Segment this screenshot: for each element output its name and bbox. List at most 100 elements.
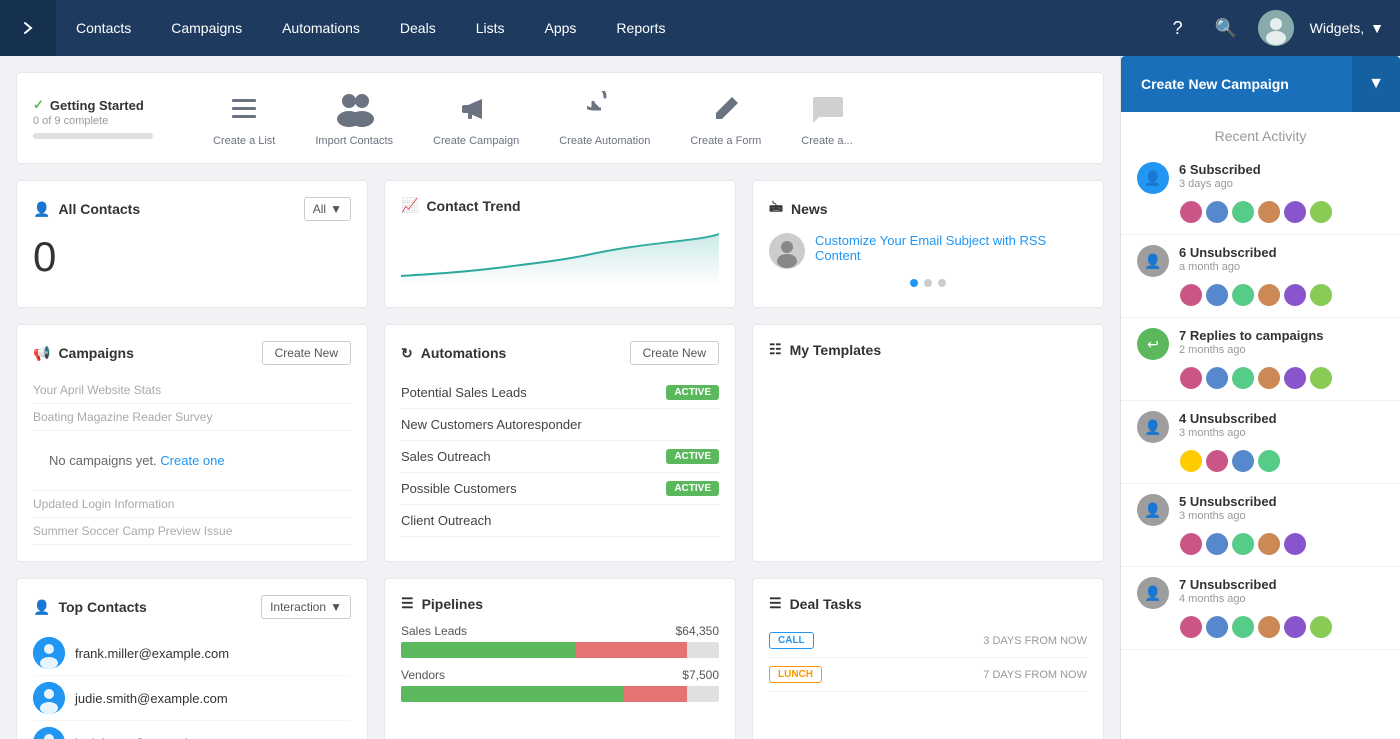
gs-item-import[interactable]: Import Contacts (315, 89, 393, 147)
row-1: 👤 All Contacts All ▼ 0 📈 Contact Trend (16, 180, 1104, 308)
gs-item-other[interactable]: Create a... (801, 89, 852, 147)
activity-text: 6 Unsubscribed (1179, 245, 1277, 260)
activity-text: 5 Unsubscribed (1179, 494, 1277, 509)
campaigns-header: 📢 Campaigns Create New (33, 341, 351, 365)
contact-avatar (33, 682, 65, 714)
deal-badge-call: CALL (769, 632, 814, 649)
pipeline-bar-green (401, 642, 576, 658)
top-contacts-title: 👤 Top Contacts (33, 599, 147, 616)
activity-info: 7 Replies to campaigns 2 months ago (1179, 328, 1324, 356)
activity-avatar (1309, 615, 1333, 639)
nav-contacts[interactable]: Contacts (56, 0, 151, 56)
activity-text: 6 Subscribed (1179, 162, 1261, 177)
news-title: 🖮 News (769, 197, 828, 221)
activity-info: 4 Unsubscribed 3 months ago (1179, 411, 1277, 439)
list-item: Potential Sales Leads ACTIVE (401, 377, 719, 409)
news-icon: 🖮 (769, 197, 783, 221)
activity-text: 4 Unsubscribed (1179, 411, 1277, 426)
activity-time: 3 days ago (1179, 178, 1261, 190)
nav-lists[interactable]: Lists (456, 0, 525, 56)
activity-avatars (1179, 532, 1384, 556)
nav-reports[interactable]: Reports (596, 0, 685, 56)
activity-avatar (1179, 532, 1203, 556)
activity-avatar (1231, 532, 1255, 556)
row-2: 📢 Campaigns Create New Your April Websit… (16, 324, 1104, 562)
list-item: Summer Soccer Camp Preview Issue (33, 518, 351, 545)
megaphone-icon (456, 89, 496, 129)
contacts-filter[interactable]: Interaction ▼ (261, 595, 351, 619)
no-campaigns-text: No campaigns yet. Create one (33, 437, 241, 484)
pipelines-header: ☰ Pipelines (401, 595, 719, 612)
gs-item-label-other: Create a... (801, 135, 852, 147)
gs-left: ✓ Getting Started 0 of 9 complete (33, 97, 173, 139)
create-one-link[interactable]: Create one (160, 453, 224, 468)
nav-toggle[interactable] (0, 0, 56, 56)
pipeline-bar (401, 642, 719, 658)
contact-trend-header: 📈 Contact Trend (401, 197, 719, 214)
activity-avatar (1257, 366, 1281, 390)
activity-text: 7 Replies to campaigns (1179, 328, 1324, 343)
pipeline-list: Sales Leads $64,350 Vendors $7,500 (401, 624, 719, 702)
news-dot-3 (938, 279, 946, 287)
pipeline-bar-red (576, 642, 687, 658)
gs-progress-text: 0 of 9 complete (33, 115, 173, 127)
list-item: New Customers Autoresponder (401, 409, 719, 441)
help-icon[interactable]: ? (1162, 12, 1194, 44)
gs-item-list[interactable]: Create a List (213, 89, 275, 147)
pipeline-bar-red (624, 686, 688, 702)
contact-email: frank.miller@example.com (75, 646, 229, 661)
gs-items: Create a List Import Contacts Create Cam… (213, 89, 1087, 147)
all-contacts-card: 👤 All Contacts All ▼ 0 (16, 180, 368, 308)
activity-avatars (1179, 366, 1384, 390)
activity-avatar (1283, 283, 1307, 307)
campaigns-create-button[interactable]: Create New (262, 341, 351, 365)
gs-progress-bar (33, 133, 153, 139)
contact-list: frank.miller@example.com judie.smith@exa… (33, 631, 351, 739)
gs-item-label-import: Import Contacts (315, 135, 393, 147)
contacts-filter-dropdown[interactable]: All ▼ (304, 197, 351, 221)
activity-avatars (1179, 449, 1384, 473)
list-icon (224, 89, 264, 129)
search-icon[interactable]: 🔍 (1210, 12, 1242, 44)
row-3: 👤 Top Contacts Interaction ▼ frank.mille… (16, 578, 1104, 739)
gs-item-label-list: Create a List (213, 135, 275, 147)
deal-tasks-header: ☰ Deal Tasks (769, 595, 1087, 612)
activity-avatar (1309, 366, 1333, 390)
activity-item: 👤 4 Unsubscribed 3 months ago (1121, 401, 1400, 484)
sidebar: Create New Campaign ▼ Recent Activity 👤 … (1120, 56, 1400, 739)
activity-avatar (1205, 449, 1229, 473)
gs-item-automation[interactable]: Create Automation (559, 89, 650, 147)
gs-item-form[interactable]: Create a Form (690, 89, 761, 147)
nav-user[interactable]: Widgets, ▼ (1310, 20, 1384, 36)
activity-avatar (1179, 615, 1203, 639)
deal-list: CALL 3 DAYS FROM NOW LUNCH 7 DAYS FROM N… (769, 624, 1087, 692)
activity-avatar (1205, 615, 1229, 639)
activity-header: 👤 5 Unsubscribed 3 months ago (1137, 494, 1384, 526)
my-templates-header: ☷ My Templates (769, 341, 1087, 358)
contact-email: jack.jones@example.com (75, 736, 223, 739)
gs-item-campaign[interactable]: Create Campaign (433, 89, 519, 147)
create-campaign-dropdown[interactable]: ▼ (1352, 56, 1400, 112)
active-badge: ACTIVE (666, 385, 719, 400)
contact-avatar (33, 637, 65, 669)
nav-apps[interactable]: Apps (525, 0, 597, 56)
activity-avatar (1205, 283, 1229, 307)
create-campaign-button[interactable]: Create New Campaign (1121, 56, 1352, 112)
activity-time: 3 months ago (1179, 427, 1277, 439)
activity-avatar (1257, 200, 1281, 224)
nav-campaigns[interactable]: Campaigns (151, 0, 262, 56)
nav-deals[interactable]: Deals (380, 0, 456, 56)
activity-avatar (1179, 200, 1203, 224)
avatar[interactable] (1258, 10, 1294, 46)
top-contacts-card: 👤 Top Contacts Interaction ▼ frank.mille… (16, 578, 368, 739)
pipeline-name: Sales Leads $64,350 (401, 624, 719, 638)
pipelines-icon: ☰ (401, 595, 414, 612)
news-link[interactable]: Customize Your Email Subject with RSS Co… (815, 233, 1087, 263)
activity-avatar (1205, 532, 1229, 556)
list-item: Sales Leads $64,350 (401, 624, 719, 658)
activity-time: 3 months ago (1179, 510, 1277, 522)
automations-create-button[interactable]: Create New (630, 341, 719, 365)
automations-header: ↻ Automations Create New (401, 341, 719, 365)
check-icon: ✓ (33, 97, 44, 113)
nav-automations[interactable]: Automations (262, 0, 380, 56)
